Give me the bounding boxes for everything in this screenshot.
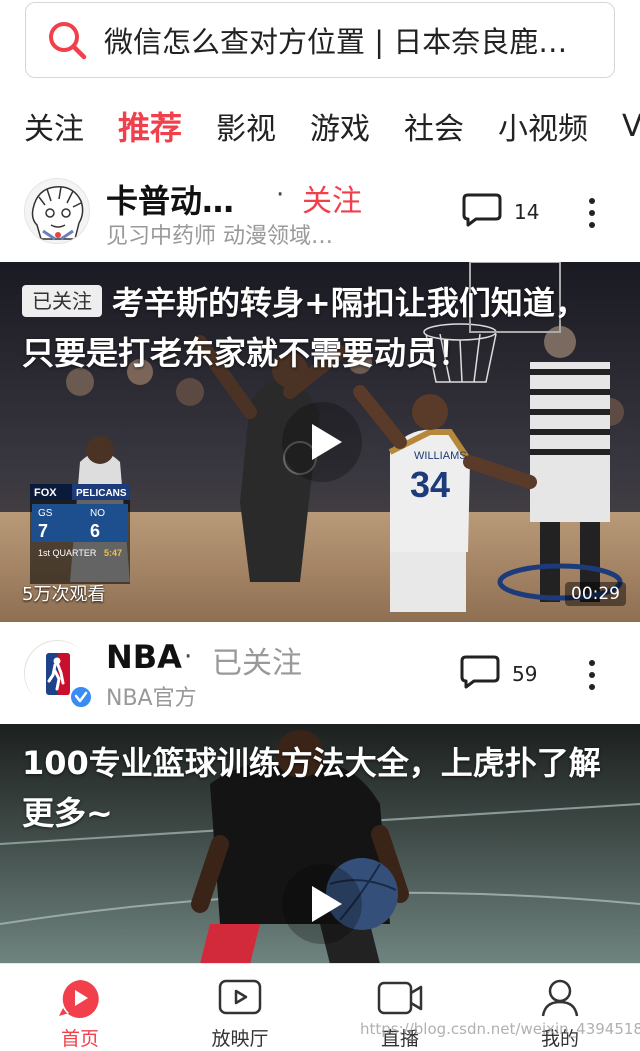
video-title[interactable]: 已关注 考辛斯的转身+隔扣让我们知道，只要是打老东家就不需要动员！ (22, 278, 618, 378)
author-name[interactable]: 卡普动… (106, 176, 234, 222)
tab-film[interactable]: 影视 (216, 104, 276, 148)
author-description: 见习中药师 动漫领域… (106, 224, 333, 249)
author-description: NBA官方 (106, 686, 197, 711)
view-count: 5万次观看 (22, 584, 106, 605)
author-name[interactable]: NBA (106, 638, 182, 676)
search-suggestion-text: 微信怎么查对方位置 | 日本奈良鹿… (104, 25, 568, 59)
nav-label: 放映厅 (211, 1028, 269, 1050)
followed-tag: 已关注 (22, 285, 102, 317)
tab-v[interactable]: V (622, 109, 640, 144)
tab-society[interactable]: 社会 (404, 104, 464, 148)
user-icon (541, 979, 579, 1017)
nav-cinema[interactable]: 放映厅 (160, 964, 320, 1051)
watermark: https://blog.csdn.net/weixin_43945189 (360, 1020, 640, 1038)
scoreboard-brand: PELICANS (76, 488, 127, 499)
tv-play-icon (218, 979, 262, 1015)
comment-count: 59 (512, 662, 538, 686)
comment-icon[interactable] (460, 654, 500, 690)
post-header: NBA · 已关注 NBA官方 59 (0, 626, 640, 722)
scoreboard-period: 1st QUARTER (38, 548, 97, 558)
video-card[interactable]: 34 WILLIAMS FOX PELICANS GS 7 NO 6 1st Q… (0, 262, 640, 622)
verified-badge-icon (69, 685, 93, 709)
play-button-icon[interactable] (282, 402, 362, 482)
tab-games[interactable]: 游戏 (310, 104, 370, 148)
camera-icon (377, 981, 423, 1015)
separator-dot: · (276, 180, 285, 210)
nav-label: 首页 (60, 1028, 99, 1050)
comment-icon[interactable] (462, 192, 502, 228)
search-bar[interactable]: 微信怎么查对方位置 | 日本奈良鹿… (25, 2, 615, 78)
video-title-text: 考辛斯的转身+隔扣让我们知道，只要是打老东家就不需要动员！ (22, 284, 587, 372)
scoreboard-team1: GS (38, 508, 53, 519)
scoreboard-score1: 7 (38, 521, 48, 541)
avatar[interactable] (24, 178, 90, 244)
home-play-icon (59, 980, 99, 1018)
tab-recommend[interactable]: 推荐 (118, 103, 182, 149)
play-button-icon[interactable] (282, 864, 362, 944)
scoreboard-score2: 6 (90, 521, 100, 541)
more-options-icon[interactable] (588, 198, 596, 230)
video-title[interactable]: 100专业篮球训练方法大全，上虎扑了解更多~ (22, 738, 618, 838)
following-status[interactable]: 已关注 (212, 638, 302, 682)
separator-dot: · (184, 642, 193, 672)
tab-follow[interactable]: 关注 (24, 104, 84, 148)
follow-button[interactable]: 关注 (302, 176, 362, 220)
channel-tabs: 关注 推荐 影视 游戏 社会 小视频 V (0, 100, 640, 152)
video-card[interactable]: 100专业篮球训练方法大全，上虎扑了解更多~ (0, 724, 640, 964)
avatar[interactable] (24, 640, 93, 709)
jersey-number: 34 (410, 464, 450, 505)
post-header: 卡普动… · 关注 见习中药师 动漫领域… 14 (0, 164, 640, 260)
video-duration: 00:29 (565, 582, 626, 606)
more-options-icon[interactable] (588, 660, 596, 692)
search-icon (49, 22, 87, 60)
scoreboard-network: FOX (34, 487, 57, 499)
jersey-name: WILLIAMS (414, 450, 467, 462)
nav-home[interactable]: 首页 (0, 964, 160, 1051)
scoreboard-clock: 5:47 (104, 548, 122, 558)
scoreboard-team2: NO (90, 508, 105, 519)
comment-count: 14 (514, 200, 540, 224)
cartoon-avatar-icon (25, 179, 89, 243)
tab-short-video[interactable]: 小视频 (498, 104, 588, 148)
